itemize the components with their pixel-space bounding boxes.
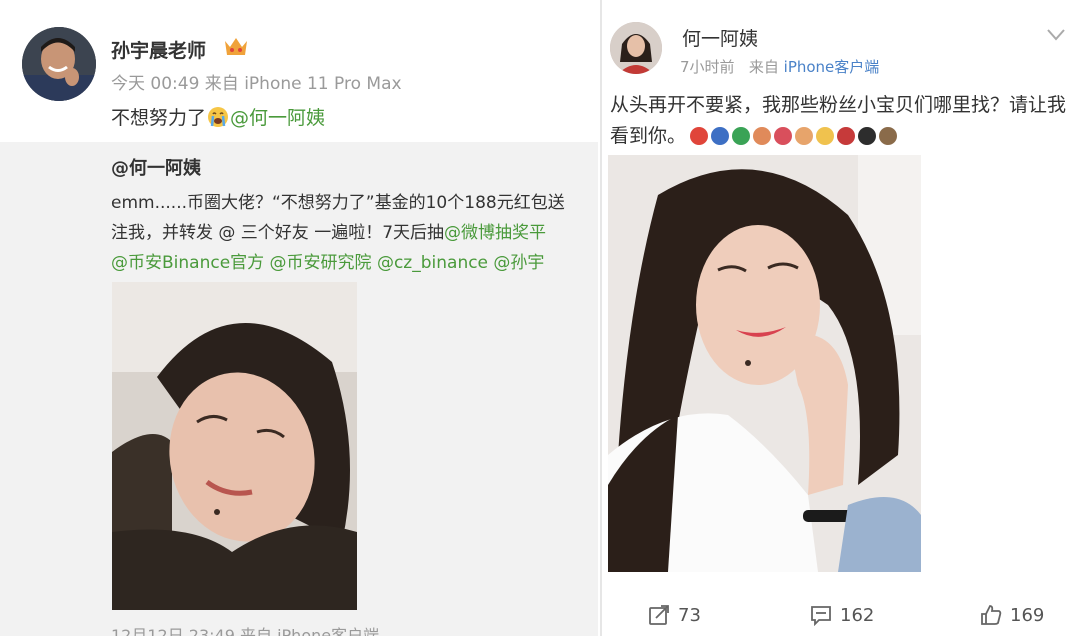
- emoji-face-icon: [816, 127, 835, 145]
- username[interactable]: 何一阿姨: [682, 24, 758, 51]
- thumbs-up-icon: [981, 605, 1002, 625]
- repost-button[interactable]: 73: [648, 604, 701, 626]
- avatar[interactable]: [22, 27, 96, 101]
- post-text: 从头再开不要紧，我那些粉丝小宝贝们哪里找？请让我看到你。: [610, 90, 1070, 152]
- repost-photo[interactable]: [112, 282, 357, 610]
- avatar[interactable]: [610, 22, 662, 74]
- action-bar: 73 162 169: [602, 598, 1080, 634]
- repost-text-line: emm......币圈大佬？“不想努力了”基金的10个188元红包送: [111, 193, 565, 213]
- repost-author[interactable]: @何一阿姨: [111, 154, 201, 180]
- repost-block[interactable]: @何一阿姨 emm......币圈大佬？“不想努力了”基金的10个188元红包送…: [0, 142, 598, 636]
- post-text-body: 不想努力了: [111, 107, 207, 129]
- post-text: 不想努力了 @何一阿姨: [111, 103, 325, 130]
- username[interactable]: 孙宇晨老师: [111, 36, 206, 63]
- emoji-face-icon: [711, 127, 730, 145]
- like-count: 169: [1010, 604, 1045, 626]
- mention-link[interactable]: @何一阿姨: [230, 107, 325, 129]
- comment-button[interactable]: 162: [810, 604, 874, 626]
- post-photo[interactable]: [608, 155, 921, 572]
- avatar-image: [22, 27, 96, 101]
- emoji-face-icon: [753, 127, 772, 145]
- post-client[interactable]: iPhone客户端: [784, 58, 880, 76]
- emoji-face-icon: [795, 127, 814, 145]
- chevron-down-icon[interactable]: [1046, 28, 1066, 42]
- post-meta: 今天 00:49 来自 iPhone 11 Pro Max: [111, 74, 402, 94]
- share-icon: [649, 605, 669, 625]
- emoji-face-icon: [879, 127, 898, 145]
- emoji-face-icon: [774, 127, 793, 145]
- right-weibo-post: 何一阿姨 7小时前 来自 iPhone客户端 从头再开不要紧，我那些粉丝小宝贝们…: [600, 0, 1080, 636]
- post-meta: 7小时前 来自 iPhone客户端: [680, 56, 879, 77]
- comment-icon: [811, 606, 831, 626]
- avatar-image: [610, 22, 662, 74]
- emoji-face-icon: [690, 127, 709, 145]
- repost-count: 73: [678, 604, 701, 626]
- crying-emoji-icon: [208, 107, 229, 127]
- crown-emoji-icon: [225, 38, 247, 55]
- emoji-row: [690, 127, 898, 145]
- left-weibo-post: 孙宇晨老师 今天 00:49 来自 iPhone 11 Pro Max 不想努力…: [0, 0, 598, 636]
- post-source-prefix: 来自: [748, 58, 779, 76]
- emoji-face-icon: [732, 127, 751, 145]
- selfie-photo: [608, 155, 921, 572]
- selfie-photo: [112, 282, 357, 610]
- emoji-face-icon: [858, 127, 877, 145]
- mention-link[interactable]: @微博抽奖平: [444, 223, 546, 243]
- mention-links-line[interactable]: @币安Binance官方 @币安研究院 @cz_binance @孙宇: [111, 248, 544, 273]
- like-button[interactable]: 169: [980, 604, 1044, 626]
- post-time: 7小时前: [680, 58, 735, 76]
- repost-footer-meta: 12月12日 23:49 来自 iPhone客户端: [111, 626, 380, 636]
- emoji-face-icon: [837, 127, 856, 145]
- comment-count: 162: [840, 604, 875, 626]
- repost-text-segment: 注我，并转发 @ 三个好友 一遍啦！7天后抽: [111, 223, 445, 243]
- repost-text-line: 注我，并转发 @ 三个好友 一遍啦！7天后抽@微博抽奖平: [111, 218, 546, 243]
